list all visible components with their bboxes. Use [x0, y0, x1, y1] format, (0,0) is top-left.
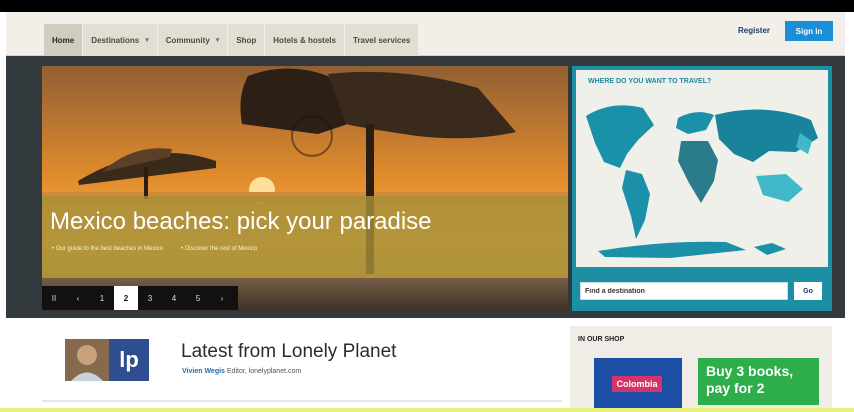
- sign-in-button[interactable]: Sign in: [785, 21, 833, 41]
- author-byline: Vivien Wegis Editor, lonelyplanet.com: [182, 368, 301, 375]
- hero-sublinks: • Our guide to the best beaches in Mexic…: [52, 246, 257, 252]
- map-title: WHERE DO YOU WANT TO TRAVEL?: [588, 78, 712, 85]
- author-name[interactable]: Vivien Wegis: [182, 368, 225, 375]
- tab-destinations-label: Destinations: [91, 35, 140, 45]
- tab-destinations[interactable]: Destinations ▾: [83, 24, 158, 56]
- hero-headline[interactable]: Mexico beaches: pick your paradise: [50, 208, 432, 236]
- bottom-highlight-rule: [0, 408, 854, 412]
- headline-band: Mexico beaches: pick your paradise • Our…: [42, 196, 568, 278]
- nav-tabs: Home Destinations ▾ Community ▾ Shop Hotel…: [44, 24, 420, 56]
- previous-slide-button[interactable]: ‹: [66, 286, 90, 310]
- tab-hotels-hostels[interactable]: Hotels & hostels: [265, 24, 345, 56]
- person-icon: [65, 339, 109, 381]
- go-button[interactable]: Go: [794, 282, 822, 300]
- slide-3-button[interactable]: 3: [138, 286, 162, 310]
- tab-travel-label: Travel services: [352, 35, 411, 45]
- destination-search-input[interactable]: [580, 282, 788, 300]
- book-label: Colombia: [612, 376, 662, 392]
- tab-community[interactable]: Community ▾: [157, 24, 229, 56]
- slide-1-button[interactable]: 1: [90, 286, 114, 310]
- slide-5-button[interactable]: 5: [186, 286, 210, 310]
- shop-panel: IN OUR SHOP Colombia Buy 3 books, pay fo…: [570, 326, 832, 412]
- author-role: Editor, lonelyplanet.com: [226, 368, 302, 375]
- top-black-bar: [0, 0, 854, 12]
- tab-home-label: Home: [52, 35, 75, 45]
- world-map-area[interactable]: WHERE DO YOU WANT TO TRAVEL?: [576, 70, 828, 267]
- travel-map-panel: WHERE DO YOU WANT TO TRAVEL? Go: [572, 66, 832, 311]
- lonely-planet-logo: lp: [109, 339, 149, 381]
- pause-button[interactable]: II: [42, 286, 66, 310]
- discover-mexico-link[interactable]: • Discover the rest of Mexico: [181, 246, 257, 252]
- tab-travel-services[interactable]: Travel services: [344, 24, 420, 56]
- chevron-down-icon: ▾: [145, 37, 149, 44]
- buy-books-promo[interactable]: Buy 3 books, pay for 2: [698, 358, 819, 405]
- tab-home[interactable]: Home: [44, 24, 84, 56]
- slide-4-button[interactable]: 4: [162, 286, 186, 310]
- chevron-down-icon: ▾: [215, 37, 220, 44]
- tab-shop[interactable]: Shop: [228, 24, 266, 56]
- tab-shop-label: Shop: [236, 35, 257, 45]
- promo-line-1: Buy 3 books,: [706, 363, 794, 379]
- slide-pager: II ‹ 1 2 3 4 5 ›: [42, 286, 238, 310]
- promo-line-2: pay for 2: [706, 380, 765, 396]
- latest-title: Latest from Lonely Planet: [181, 341, 397, 362]
- hero-slider: Mexico beaches: pick your paradise • Our…: [42, 66, 568, 311]
- slide-2-button[interactable]: 2: [114, 286, 138, 310]
- content-divider: [42, 400, 562, 402]
- shop-title: IN OUR SHOP: [578, 336, 625, 343]
- world-map[interactable]: [576, 90, 828, 264]
- tab-community-label: Community: [165, 35, 210, 45]
- best-beaches-link[interactable]: • Our guide to the best beaches in Mexic…: [52, 246, 163, 252]
- main-navigation: Home Destinations ▾ Community ▾ Shop Hotel…: [6, 12, 845, 56]
- next-slide-button[interactable]: ›: [210, 286, 234, 310]
- tab-hotels-label: Hotels & hostels: [273, 35, 336, 45]
- right-frame: [845, 12, 854, 412]
- author-avatar: [65, 339, 109, 381]
- register-link[interactable]: Register: [738, 26, 770, 35]
